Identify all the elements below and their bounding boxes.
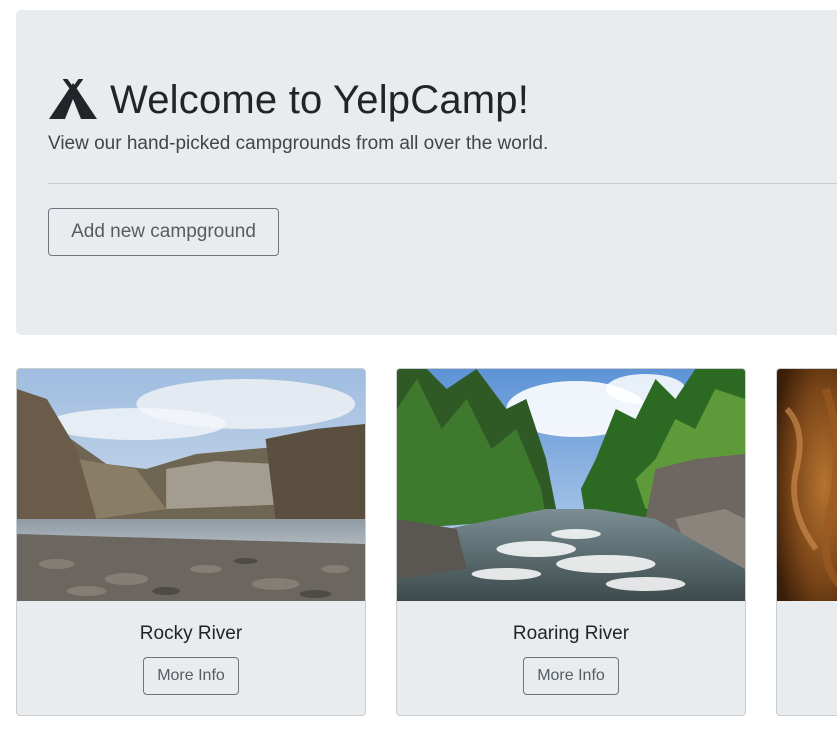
jumbotron: Welcome to YelpCamp! View our hand-picke… xyxy=(16,10,837,335)
roaring-river-photo xyxy=(397,369,745,601)
divider xyxy=(48,183,837,184)
campground-card: Roaring River More Info xyxy=(396,368,746,716)
rocky-river-photo xyxy=(17,369,365,601)
page-title: Welcome to YelpCamp! xyxy=(110,78,530,122)
more-info-button[interactable]: More Info xyxy=(143,657,239,695)
cave-photo xyxy=(777,369,837,601)
card-title: Rocky River xyxy=(139,623,243,644)
hero-title: Welcome to YelpCamp! xyxy=(48,72,529,128)
campground-card xyxy=(776,368,837,716)
tent-icon xyxy=(49,79,97,119)
card-title: Roaring River xyxy=(512,623,630,644)
add-campground-button[interactable]: Add new campground xyxy=(48,208,279,256)
more-info-button[interactable]: More Info xyxy=(523,657,619,695)
campground-card: Rocky River More Info xyxy=(16,368,366,716)
hero-lead: View our hand-picked campgrounds from al… xyxy=(48,133,549,154)
